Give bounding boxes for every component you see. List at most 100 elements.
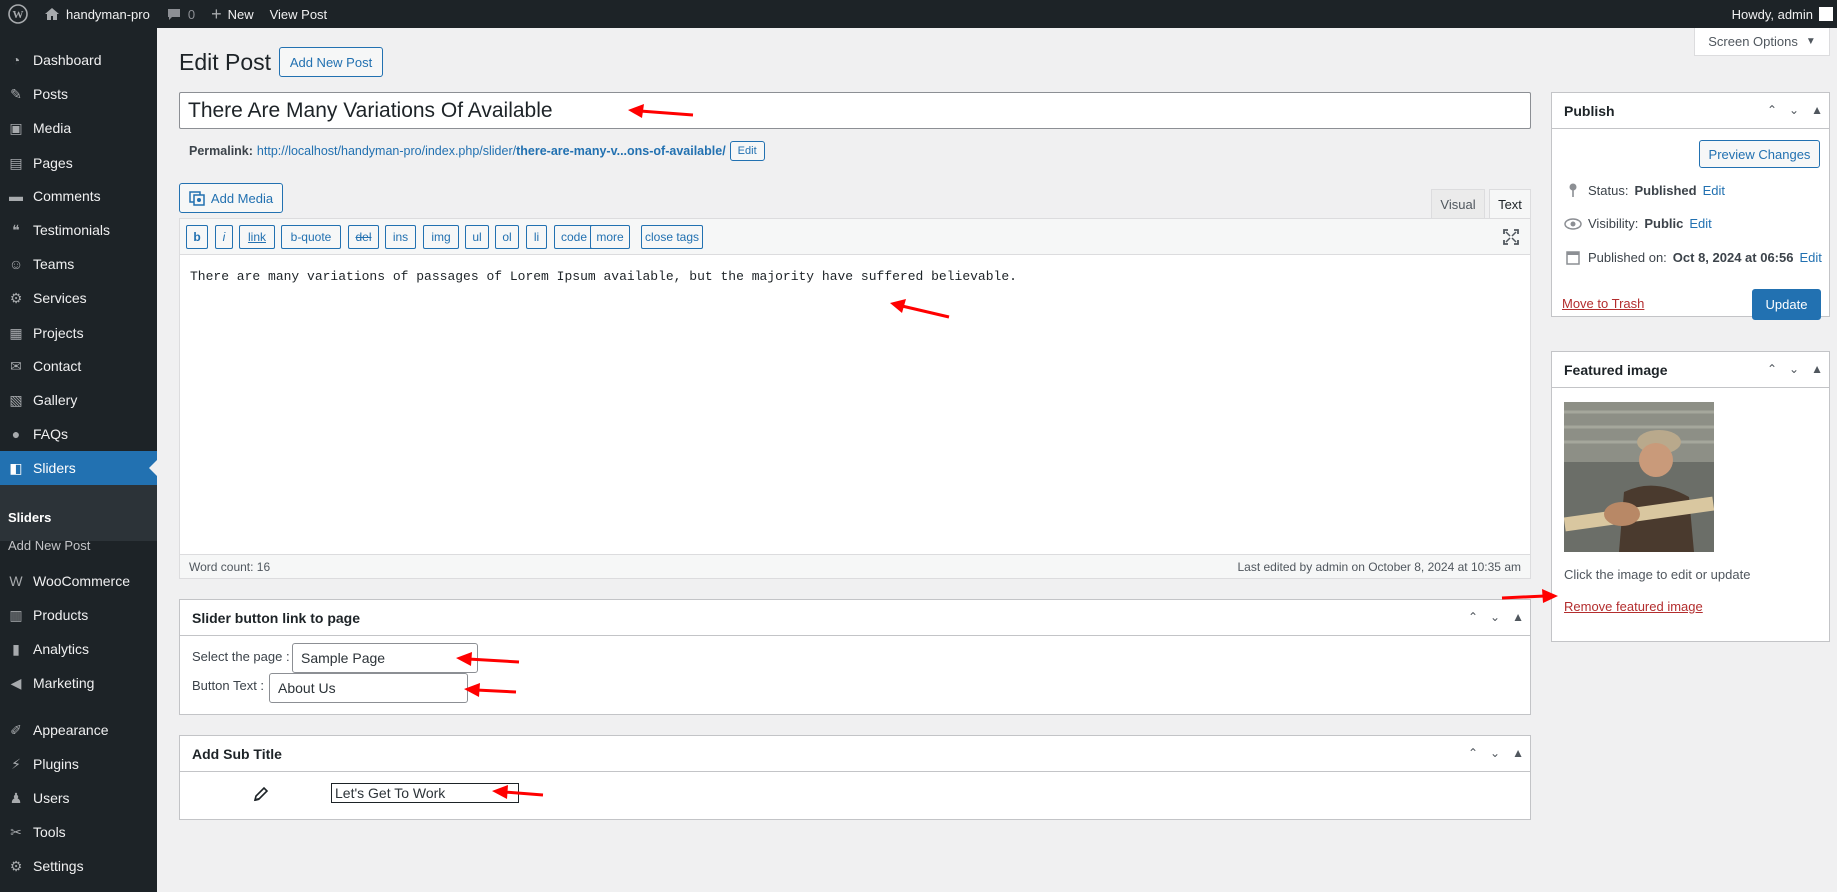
view-post-link[interactable]: View Post: [262, 0, 336, 28]
sidebar-item-pages[interactable]: ▤ Pages: [0, 146, 157, 180]
qt-button-i[interactable]: i: [215, 225, 233, 249]
qt-button-close-tags[interactable]: close tags: [641, 225, 703, 249]
permalink-link[interactable]: http://localhost/handyman-pro/index.php/…: [257, 144, 726, 158]
screen-options-label: Screen Options: [1708, 34, 1798, 49]
edit-status-link[interactable]: Edit: [1703, 183, 1725, 198]
sidebar-item-media[interactable]: ▣ Media: [0, 111, 157, 145]
chevron-down-icon[interactable]: ⌄: [1789, 103, 1799, 117]
select-page-dropdown[interactable]: Sample Page: [292, 643, 478, 673]
featured-image-metabox: Featured image ⌃ ⌄ ▲ Click the image to …: [1551, 351, 1830, 642]
qt-button-code[interactable]: code: [554, 225, 594, 249]
slider-link-title: Slider button link to page: [180, 600, 1530, 636]
sidebar-item-settings[interactable]: ⚙ Settings: [0, 849, 157, 883]
remove-featured-image-link[interactable]: Remove featured image: [1564, 599, 1703, 614]
qt-button-ins[interactable]: ins: [385, 225, 416, 249]
qt-button-more[interactable]: more: [590, 225, 630, 249]
chevron-up-icon[interactable]: ⌃: [1767, 103, 1777, 117]
sidebar-item-label: Marketing: [33, 675, 95, 691]
permalink-edit-button[interactable]: Edit: [729, 141, 765, 161]
sidebar-item-label: Tools: [33, 824, 66, 840]
fullscreen-icon[interactable]: [1502, 228, 1520, 246]
editor-status-bar: Word count: 16 Last edited by admin on O…: [180, 554, 1530, 578]
sidebar-item-projects[interactable]: ▦ Projects: [0, 316, 157, 350]
sidebar-item-testimonials[interactable]: ❝ Testimonials: [0, 213, 157, 247]
sidebar-item-label: Dashboard: [33, 52, 102, 68]
site-name-link[interactable]: handyman-pro: [36, 0, 158, 28]
sidebar-item-appearance[interactable]: ✐ Appearance: [0, 713, 157, 747]
svg-text:W: W: [13, 9, 24, 21]
post-title-input[interactable]: There Are Many Variations Of Available: [179, 92, 1531, 129]
sidebar-item-products[interactable]: ▥ Products: [0, 598, 157, 632]
move-to-trash-link[interactable]: Move to Trash: [1562, 296, 1644, 311]
new-label: New: [227, 6, 254, 22]
chevron-up-icon[interactable]: ⌃: [1468, 746, 1478, 760]
toggle-triangle-icon[interactable]: ▲: [1512, 746, 1524, 760]
toggle-triangle-icon[interactable]: ▲: [1811, 103, 1823, 117]
comments-link[interactable]: 0: [158, 0, 203, 28]
wrench-icon: ✂: [10, 823, 22, 840]
edit-date-link[interactable]: Edit: [1799, 250, 1821, 265]
chevron-up-icon[interactable]: ⌃: [1468, 610, 1478, 624]
gallery-icon: ▧: [9, 391, 23, 408]
qt-button-b-quote[interactable]: b-quote: [281, 225, 341, 249]
featured-image-thumbnail[interactable]: [1564, 402, 1714, 552]
sidebar-item-woocommerce[interactable]: W WooCommerce: [0, 564, 157, 598]
sidebar-item-label: Settings: [33, 858, 84, 874]
plug-icon: ⚡: [11, 755, 21, 772]
add-new-post-button[interactable]: Add New Post: [279, 47, 383, 77]
sidebar-item-gallery[interactable]: ▧ Gallery: [0, 383, 157, 417]
qt-button-del[interactable]: del: [348, 225, 379, 249]
qt-button-img[interactable]: img: [423, 225, 459, 249]
chevron-down-icon[interactable]: ⌄: [1490, 610, 1500, 624]
qt-button-ol[interactable]: ol: [495, 225, 519, 249]
sidebar-item-faqs[interactable]: ● FAQs: [0, 417, 157, 451]
pages-icon: ▤: [9, 154, 23, 171]
button-text-input[interactable]: About Us: [269, 673, 468, 703]
submenu-item-sliders[interactable]: Sliders: [8, 510, 51, 525]
sidebar-item-teams[interactable]: ☺ Teams: [0, 247, 157, 281]
sidebar-item-analytics[interactable]: ▮ Analytics: [0, 632, 157, 666]
update-button[interactable]: Update: [1752, 289, 1821, 320]
new-content-link[interactable]: + New: [203, 0, 262, 28]
groups-icon: ☺: [8, 256, 24, 272]
pencil-icon: [252, 785, 270, 806]
visibility-row: Visibility: Public Edit: [1564, 216, 1712, 231]
sidebar-item-contact[interactable]: ✉ Contact: [0, 349, 157, 383]
avatar[interactable]: [1819, 7, 1833, 21]
subtitle-input[interactable]: Let's Get To Work: [331, 783, 519, 803]
edit-visibility-link[interactable]: Edit: [1689, 216, 1711, 231]
view-post-label: View Post: [269, 6, 328, 22]
submenu-item-add-new-post[interactable]: Add New Post: [8, 538, 90, 553]
sidebar-item-tools[interactable]: ✂ Tools: [0, 815, 157, 849]
editor-content[interactable]: There are many variations of passages of…: [190, 269, 1017, 284]
status-value: Published: [1634, 182, 1697, 198]
plus-icon: +: [211, 3, 222, 24]
sidebar-item-label: Services: [33, 290, 87, 306]
howdy-user-link[interactable]: Howdy, admin: [1732, 7, 1813, 22]
qt-button-link[interactable]: link: [239, 225, 275, 249]
tab-text[interactable]: Text: [1489, 189, 1531, 218]
preview-changes-button[interactable]: Preview Changes: [1699, 140, 1820, 168]
toggle-triangle-icon[interactable]: ▲: [1512, 610, 1524, 624]
sidebar-item-services[interactable]: ⚙ Services: [0, 281, 157, 315]
quicktags-toolbar: b i link b-quote del ins img ul ol li code more clos…: [180, 219, 1530, 255]
chevron-down-icon[interactable]: ⌄: [1789, 362, 1799, 376]
sidebar-item-comments[interactable]: ▬ Comments: [0, 179, 157, 213]
sidebar-item-marketing[interactable]: ◀ Marketing: [0, 666, 157, 700]
settings-icon: ⚙: [9, 857, 23, 874]
toggle-triangle-icon[interactable]: ▲: [1811, 362, 1823, 376]
sidebar-item-plugins[interactable]: ⚡ Plugins: [0, 747, 157, 781]
add-media-button[interactable]: Add Media: [179, 183, 283, 213]
chevron-up-icon[interactable]: ⌃: [1767, 362, 1777, 376]
screen-options-button[interactable]: Screen Options ▼: [1694, 28, 1830, 56]
wordpress-logo-icon[interactable]: W: [0, 0, 36, 28]
sidebar-item-sliders[interactable]: ◧ Sliders: [0, 451, 157, 485]
qt-button-ul[interactable]: ul: [465, 225, 489, 249]
chevron-down-icon[interactable]: ⌄: [1490, 746, 1500, 760]
sidebar-item-posts[interactable]: ✎ Posts: [0, 77, 157, 111]
sidebar-item-users[interactable]: ♟ Users: [0, 781, 157, 815]
qt-button-li[interactable]: li: [526, 225, 547, 249]
qt-button-b[interactable]: b: [186, 225, 208, 249]
sidebar-item-dashboard[interactable]: ◔ Dashboard: [0, 43, 157, 77]
tab-visual[interactable]: Visual: [1431, 189, 1485, 218]
